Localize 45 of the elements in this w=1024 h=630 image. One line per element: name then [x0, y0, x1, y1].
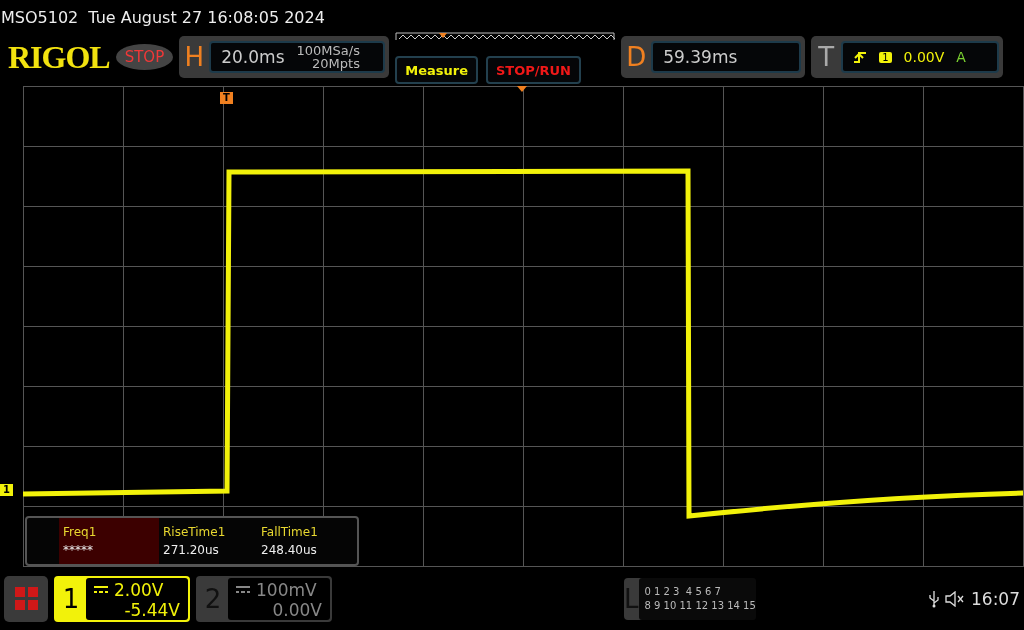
measurement-item[interactable]: FallTime1 248.40us	[257, 518, 355, 564]
dc-coupling-icon	[236, 585, 250, 594]
delay-panel[interactable]: D 59.39ms	[621, 36, 806, 78]
memory-position-icon	[395, 30, 616, 42]
measurement-item[interactable]: RiseTime1 271.20us	[159, 518, 257, 564]
date-time: Tue August 27 16:08:05 2024	[88, 7, 325, 27]
stop-run-button[interactable]: STOP/RUN	[486, 56, 581, 84]
trigger-position-marker[interactable]: T	[220, 92, 233, 104]
speaker-muted-icon	[945, 590, 965, 607]
clock-time: 16:07	[971, 588, 1020, 609]
logo: RIGOL	[8, 38, 110, 76]
logic-channel-numbers: 0 1 2 3 4 5 6 7	[644, 586, 722, 597]
trigger-mode: A	[956, 49, 966, 65]
measurement-value: *****	[63, 543, 94, 557]
horizontal-position-icon	[517, 86, 527, 92]
channel-marker[interactable]: 1	[0, 484, 13, 496]
timebase-value: 20.0ms	[221, 47, 285, 67]
menu-button[interactable]	[4, 575, 48, 622]
sample-rate: 100MSa/s	[296, 44, 360, 57]
measurement-label: FallTime1	[261, 525, 319, 539]
trigger-source-badge: 1	[879, 51, 892, 63]
channel-offset: -5.44V	[123, 599, 180, 620]
model-name: MSO5102	[1, 7, 79, 27]
horizontal-letter: H	[183, 42, 205, 72]
trigger-panel[interactable]: T 1 0.00V A	[811, 36, 1004, 78]
channel-scale: 2.00V	[114, 579, 164, 600]
delay-letter: D	[625, 42, 648, 72]
channel-number: 1	[61, 583, 81, 614]
channel-scale: 100mV	[256, 579, 317, 600]
rising-edge-icon	[853, 50, 868, 64]
usb-icon	[929, 589, 939, 608]
measurement-value: 248.40us	[261, 543, 318, 557]
dc-coupling-icon	[94, 585, 108, 594]
trigger-level: 0.00V	[903, 49, 945, 65]
trigger-letter: T	[817, 42, 836, 72]
measurement-label: Freq1	[63, 525, 98, 539]
measurement-item[interactable]: Freq1 *****	[59, 518, 159, 564]
memory-depth: 20Mpts	[312, 57, 360, 70]
measure-button[interactable]: Measure	[395, 56, 478, 84]
channel-panel[interactable]: 1 2.00V -5.44V	[54, 575, 190, 622]
run-state-badge: STOP	[115, 44, 174, 70]
measurement-value: 271.20us	[163, 543, 220, 557]
channel-offset: 0.00V	[271, 599, 322, 620]
measurement-label: RiseTime1	[163, 525, 227, 539]
delay-value: 59.39ms	[663, 47, 738, 67]
